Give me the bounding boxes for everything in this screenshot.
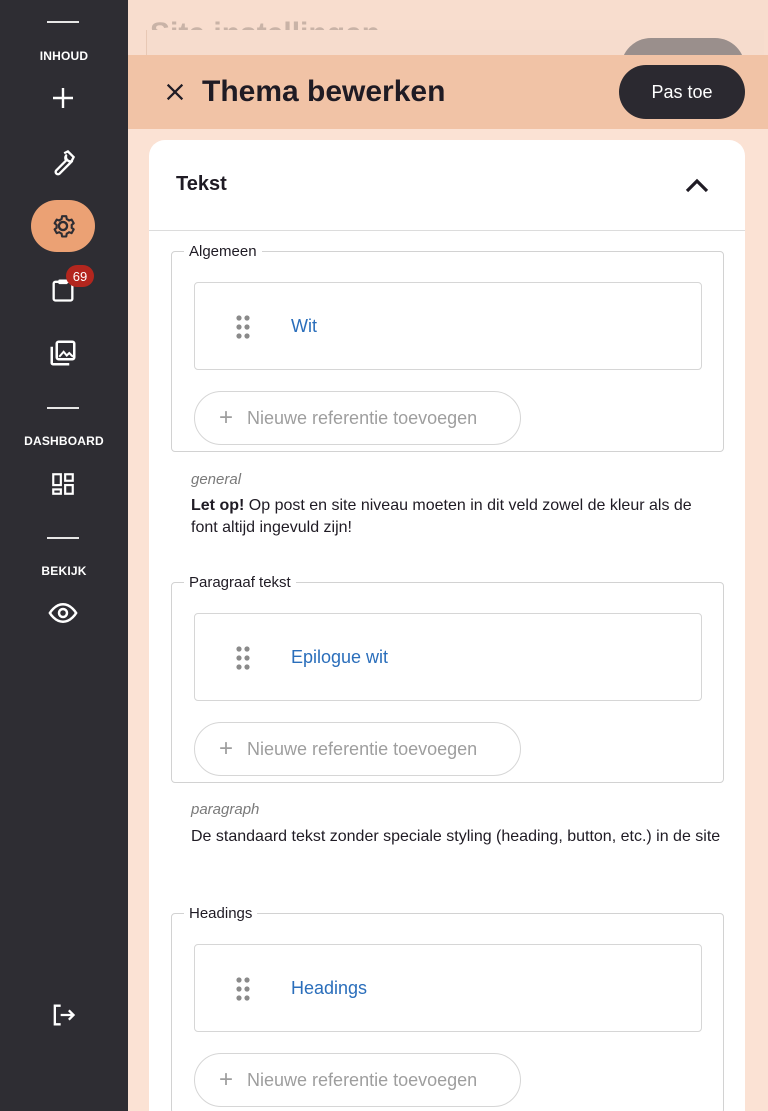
drawer-title: Thema bewerken: [202, 75, 446, 108]
text-panel: Tekst Algemeen Wit + Nieuwe referentie t…: [149, 140, 745, 1111]
close-icon: [166, 83, 184, 101]
reference-item: Headings: [194, 944, 702, 1032]
sidebar-section-inhoud: INHOUD: [39, 49, 89, 63]
logout-icon[interactable]: [39, 991, 87, 1039]
reference-item: Epilogue wit: [194, 613, 702, 701]
add-reference-button[interactable]: + Nieuwe referentie toevoegen: [194, 722, 521, 776]
sidebar: INHOUD 69 DASHBOARD BEKIJK: [0, 0, 128, 1111]
group-algemeen: Algemeen Wit + Nieuwe referentie toevoeg…: [171, 243, 724, 452]
group-headings: Headings Headings + Nieuwe referentie to…: [171, 905, 724, 1111]
help-text: De standaard tekst zonder speciale styli…: [191, 828, 721, 845]
sidebar-section-bekijk: BEKIJK: [41, 564, 87, 578]
plus-icon: +: [219, 404, 234, 431]
eye-icon[interactable]: [39, 589, 87, 637]
settings-gear-icon[interactable]: [31, 200, 95, 252]
help-key: paragraph: [191, 801, 260, 818]
media-library-icon[interactable]: [39, 329, 87, 377]
notification-badge: 69: [66, 265, 94, 287]
drag-handle-icon[interactable]: [235, 314, 251, 340]
add-reference-label: Nieuwe referentie toevoegen: [247, 1069, 478, 1090]
help-warning: Let op!: [191, 497, 245, 514]
add-reference-button[interactable]: + Nieuwe referentie toevoegen: [194, 1053, 521, 1107]
reference-link[interactable]: Headings: [291, 978, 367, 999]
help-text-body: Op post en site niveau moeten in dit vel…: [191, 497, 692, 536]
edit-theme-drawer: Thema bewerken Pas toe Tekst Algemeen Wi…: [128, 55, 768, 1111]
reference-item: Wit: [194, 282, 702, 370]
drag-handle-icon[interactable]: [235, 976, 251, 1002]
help-key: general: [191, 471, 242, 488]
reference-link[interactable]: Epilogue wit: [291, 647, 388, 668]
chevron-up-icon[interactable]: [682, 173, 712, 197]
plus-icon: +: [219, 735, 234, 762]
panel-title: Tekst: [176, 173, 227, 195]
help-text: Let op! Op post en site niveau moeten in…: [191, 495, 721, 539]
group-legend: Algemeen: [189, 243, 257, 260]
plus-icon: +: [219, 1066, 234, 1093]
apply-button[interactable]: Pas toe: [619, 65, 745, 119]
sidebar-divider: [47, 407, 79, 409]
wrench-icon[interactable]: [39, 138, 87, 186]
drawer-header: Thema bewerken Pas toe: [128, 55, 768, 129]
add-icon[interactable]: [39, 74, 87, 122]
add-reference-label: Nieuwe referentie toevoegen: [247, 407, 478, 428]
sidebar-divider: [47, 537, 79, 539]
add-reference-button[interactable]: + Nieuwe referentie toevoegen: [194, 391, 521, 445]
add-reference-label: Nieuwe referentie toevoegen: [247, 738, 478, 759]
dashboard-icon[interactable]: [39, 460, 87, 508]
reference-link[interactable]: Wit: [291, 316, 317, 337]
close-button[interactable]: [158, 75, 192, 109]
text-panel-header[interactable]: Tekst: [149, 140, 745, 231]
group-paragraaf-tekst: Paragraaf tekst Epilogue wit + Nieuwe re…: [171, 574, 724, 783]
drag-handle-icon[interactable]: [235, 645, 251, 671]
group-legend: Paragraaf tekst: [189, 574, 291, 591]
sidebar-divider: [47, 21, 79, 23]
group-legend: Headings: [189, 905, 253, 922]
sidebar-section-dashboard: DASHBOARD: [24, 434, 104, 448]
